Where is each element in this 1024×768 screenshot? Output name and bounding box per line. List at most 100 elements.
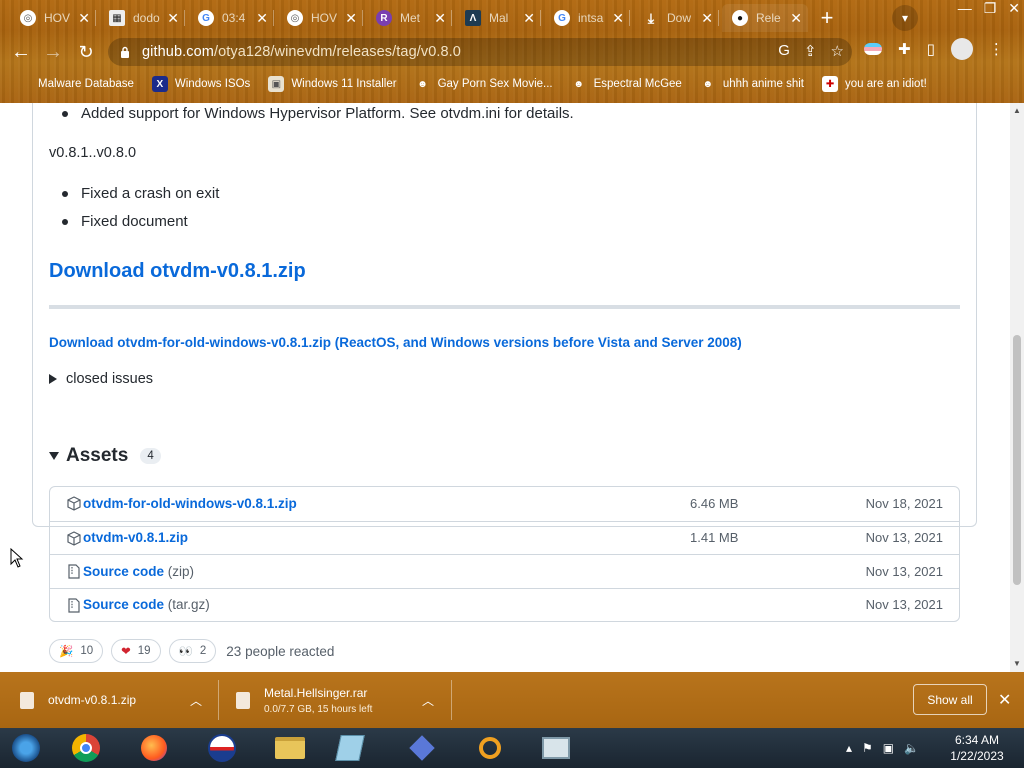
extension-flag-icon[interactable] — [864, 43, 882, 55]
assets-header[interactable]: Assets 4 — [49, 445, 161, 467]
asset-name: Source code — [83, 597, 165, 613]
bookmark-item[interactable]: X Windows ISOs — [151, 76, 251, 92]
tab-8[interactable]: ⤓ Dow ✕ — [633, 4, 719, 32]
scrollbar-thumb[interactable] — [1013, 335, 1021, 585]
download-old-windows-link[interactable]: Download otvdm-for-old-windows-v0.8.1.zi… — [49, 335, 742, 350]
start-button[interactable] — [6, 732, 46, 764]
network-icon[interactable]: ▣ — [883, 741, 894, 755]
monitor-taskbar-icon[interactable] — [536, 732, 576, 764]
bookmark-item[interactable]: ✚ you are an idiot! — [822, 76, 927, 92]
flag-icon[interactable]: ⚑ — [862, 741, 873, 755]
minimize-icon[interactable]: — — [958, 0, 972, 17]
tab-title: Rele — [756, 11, 781, 25]
bookmark-item[interactable]: ☻ Gay Porn Sex Movie... — [415, 76, 552, 92]
tray-expand-icon[interactable]: ▴ — [846, 741, 852, 755]
bookmark-label: Espectral McGee — [593, 78, 682, 90]
bookmark-item[interactable]: ☻ Espectral McGee — [571, 76, 682, 92]
tab-search-icon[interactable]: ▾ — [892, 5, 918, 31]
volume-icon[interactable]: 🔈 — [904, 741, 919, 755]
reaction-eyes-button[interactable]: 👀 2 — [168, 639, 217, 663]
tab-2[interactable]: ▦ dodo ✕ — [99, 4, 185, 32]
reload-icon[interactable]: ↻ — [73, 39, 99, 65]
tab-1[interactable]: ◎ HOV ✕ — [10, 4, 96, 32]
asset-name: otvdm-for-old-windows-v0.8.1.zip — [83, 496, 297, 512]
close-icon[interactable]: ✕ — [523, 10, 535, 27]
firefox-taskbar-icon[interactable] — [134, 732, 174, 764]
asset-link[interactable]: otvdm-v0.8.1.zip — [83, 530, 188, 545]
clock[interactable]: 6:34 AM 1/22/2023 — [944, 732, 1010, 764]
close-icon[interactable]: ✕ — [78, 10, 90, 27]
download-item[interactable]: Metal.Hellsinger.rar 0.0/7.7 GB, 15 hour… — [236, 672, 450, 728]
bookmarks-bar: Malware Database X Windows ISOs ▣ Window… — [0, 70, 1024, 98]
asset-link[interactable]: Source code (tar.gz) — [83, 597, 210, 612]
reaction-count: 19 — [137, 645, 151, 657]
close-icon[interactable]: ✕ — [998, 690, 1011, 710]
asset-date: Nov 13, 2021 — [865, 597, 943, 613]
url-host: github.com — [142, 44, 214, 60]
fixes-list: Fixed a crash on exit Fixed document — [62, 183, 219, 239]
close-icon[interactable]: ✕ — [345, 10, 357, 27]
chevron-up-icon[interactable]: ︿ — [422, 692, 434, 709]
image-icon: ▣ — [268, 76, 285, 92]
new-tab-button[interactable]: + — [814, 5, 840, 31]
close-icon[interactable]: ✕ — [701, 10, 713, 27]
close-window-icon[interactable]: ✕ — [1008, 0, 1020, 17]
notepad-taskbar-icon[interactable] — [330, 732, 370, 764]
google-lens-icon[interactable]: G — [778, 42, 790, 60]
triangle-down-icon — [49, 452, 59, 460]
restore-icon[interactable]: ❐ — [984, 0, 997, 17]
chrome-taskbar-icon[interactable] — [66, 732, 106, 764]
tab-3[interactable]: G 03:4 ✕ — [188, 4, 274, 32]
x-logo-icon: X — [151, 76, 168, 92]
hooray-icon: 🎉 — [59, 646, 74, 658]
tab-4[interactable]: ◎ HOV ✕ — [277, 4, 363, 32]
tab-title: Dow — [667, 11, 692, 25]
extensions-puzzle-icon[interactable]: ✚ — [898, 40, 911, 58]
asset-link[interactable]: otvdm-for-old-windows-v0.8.1.zip — [83, 496, 297, 511]
close-icon[interactable]: ✕ — [790, 10, 802, 27]
close-icon[interactable]: ✕ — [167, 10, 179, 27]
back-arrow-icon[interactable]: ← — [8, 39, 34, 65]
bookmark-item[interactable]: Malware Database — [38, 78, 134, 90]
reaction-heart-button[interactable]: ❤ 19 — [111, 639, 161, 663]
vertical-scrollbar[interactable]: ▲ ▼ — [1010, 103, 1024, 672]
file-explorer-taskbar-icon[interactable] — [270, 732, 310, 764]
bookmark-label: Windows ISOs — [174, 78, 251, 90]
reaction-count: 2 — [199, 645, 207, 657]
chevron-up-icon[interactable]: ︿ — [190, 692, 202, 709]
download-item[interactable]: otvdm-v0.8.1.zip ︿ — [20, 672, 216, 728]
tab-7[interactable]: G intsa ✕ — [544, 4, 630, 32]
asset-link[interactable]: Source code (zip) — [83, 564, 194, 579]
address-bar[interactable]: github.com/otya128/winevdm/releases/tag/… — [108, 38, 852, 66]
assets-table: otvdm-for-old-windows-v0.8.1.zip 6.46 MB… — [49, 486, 960, 622]
version-range-text: v0.8.1..v0.8.0 — [49, 145, 137, 161]
profile-avatar[interactable] — [950, 38, 973, 60]
bookmark-item[interactable]: ☻ uhhh anime shit — [700, 76, 804, 92]
assets-count-badge: 4 — [140, 448, 161, 464]
tab-6[interactable]: Λ Mal ✕ — [455, 4, 541, 32]
download-heading-link[interactable]: Download otvdm-v0.8.1.zip — [49, 260, 306, 283]
asset-name: Source code — [83, 563, 165, 579]
scroll-down-icon[interactable]: ▼ — [1013, 659, 1021, 668]
closed-issues-toggle[interactable]: closed issues — [49, 371, 153, 387]
reaction-hooray-button[interactable]: 🎉 10 — [49, 639, 104, 663]
close-icon[interactable]: ✕ — [612, 10, 624, 27]
search-taskbar-icon[interactable] — [470, 732, 510, 764]
tab-9-active[interactable]: ● Rele ✕ — [722, 4, 808, 32]
close-icon[interactable]: ✕ — [434, 10, 446, 27]
mouse-cursor-icon — [10, 548, 24, 568]
obama-logo-taskbar-icon[interactable] — [202, 732, 242, 764]
share-icon[interactable]: ⇪ — [804, 42, 817, 60]
tab-5[interactable]: R Met ✕ — [366, 4, 452, 32]
close-icon[interactable]: ✕ — [256, 10, 268, 27]
lock-icon[interactable] — [120, 46, 130, 58]
side-panel-icon[interactable]: ▯ — [927, 40, 935, 58]
forward-arrow-icon[interactable]: → — [40, 39, 66, 65]
bookmark-star-icon[interactable]: ☆ — [831, 42, 844, 60]
bookmark-item[interactable]: ▣ Windows 11 Installer — [268, 76, 397, 92]
app-diamond-taskbar-icon[interactable] — [402, 732, 442, 764]
globe-icon: ◎ — [20, 10, 36, 26]
menu-kebab-icon[interactable]: ⋮ — [989, 40, 1004, 58]
scroll-up-icon[interactable]: ▲ — [1013, 106, 1021, 115]
show-all-button[interactable]: Show all — [913, 684, 987, 715]
